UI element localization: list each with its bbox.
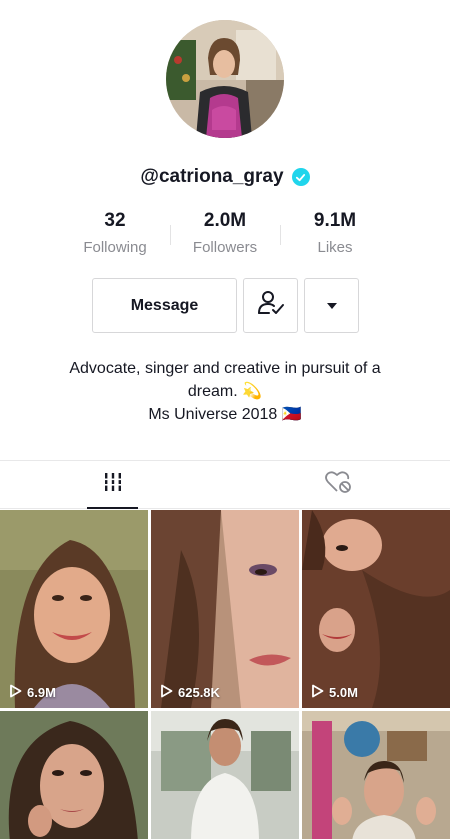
- video-thumbnail[interactable]: [151, 711, 299, 839]
- stat-followers-count: 2.0M: [203, 210, 247, 231]
- username: @catriona_gray: [140, 166, 284, 187]
- tab-videos[interactable]: [0, 461, 225, 509]
- video-grid: 6.9M 625.8K 5.0M: [0, 510, 450, 708]
- stat-followers-label: Followers: [192, 239, 258, 256]
- video-views: 6.9M: [9, 684, 56, 701]
- play-icon: [9, 684, 22, 701]
- stat-following[interactable]: 32 Following: [60, 209, 170, 257]
- stat-following-label: Following: [83, 239, 147, 256]
- stat-likes: 9.1M Likes: [280, 209, 390, 257]
- message-button[interactable]: Message: [92, 278, 237, 333]
- bio-line-2: dream. 💫: [187, 383, 263, 400]
- video-thumbnail[interactable]: [302, 711, 450, 839]
- avatar[interactable]: [166, 20, 284, 138]
- stat-likes-label: Likes: [317, 239, 353, 256]
- profile-bio: Advocate, singer and creative in pursuit…: [40, 357, 410, 426]
- stat-likes-count: 9.1M: [313, 210, 357, 231]
- video-views: 5.0M: [311, 684, 358, 701]
- stat-following-count: 32: [104, 210, 126, 231]
- following-button[interactable]: [243, 278, 298, 333]
- tab-liked[interactable]: [225, 461, 450, 508]
- video-view-count: 625.8K: [178, 685, 220, 700]
- username-row: @catriona_gray: [0, 166, 450, 188]
- more-options-button[interactable]: [304, 278, 359, 333]
- verified-badge-icon: [291, 168, 310, 186]
- bio-line-1: Advocate, singer and creative in pursuit…: [69, 360, 381, 377]
- caret-down-icon: [326, 297, 338, 315]
- profile-tabs: [0, 460, 450, 509]
- video-thumbnail[interactable]: 625.8K: [151, 510, 299, 708]
- liked-videos-icon: [324, 470, 352, 499]
- play-icon: [160, 684, 173, 701]
- video-view-count: 6.9M: [27, 685, 56, 700]
- profile-actions: Message: [92, 278, 359, 333]
- video-views: 625.8K: [160, 684, 220, 701]
- video-thumbnail[interactable]: 6.9M: [0, 510, 148, 708]
- bio-line-3: Ms Universe 2018 🇵🇭: [148, 406, 302, 423]
- play-icon: [311, 684, 324, 701]
- video-thumbnail[interactable]: [0, 711, 148, 839]
- video-thumbnail[interactable]: 5.0M: [302, 510, 450, 708]
- videos-grid-icon: [102, 471, 124, 498]
- video-grid-row-2: [0, 711, 450, 839]
- user-check-icon: [256, 288, 286, 323]
- profile-stats: 32 Following 2.0M Followers 9.1M Likes: [60, 209, 390, 257]
- stat-followers[interactable]: 2.0M Followers: [170, 209, 280, 257]
- video-view-count: 5.0M: [329, 685, 358, 700]
